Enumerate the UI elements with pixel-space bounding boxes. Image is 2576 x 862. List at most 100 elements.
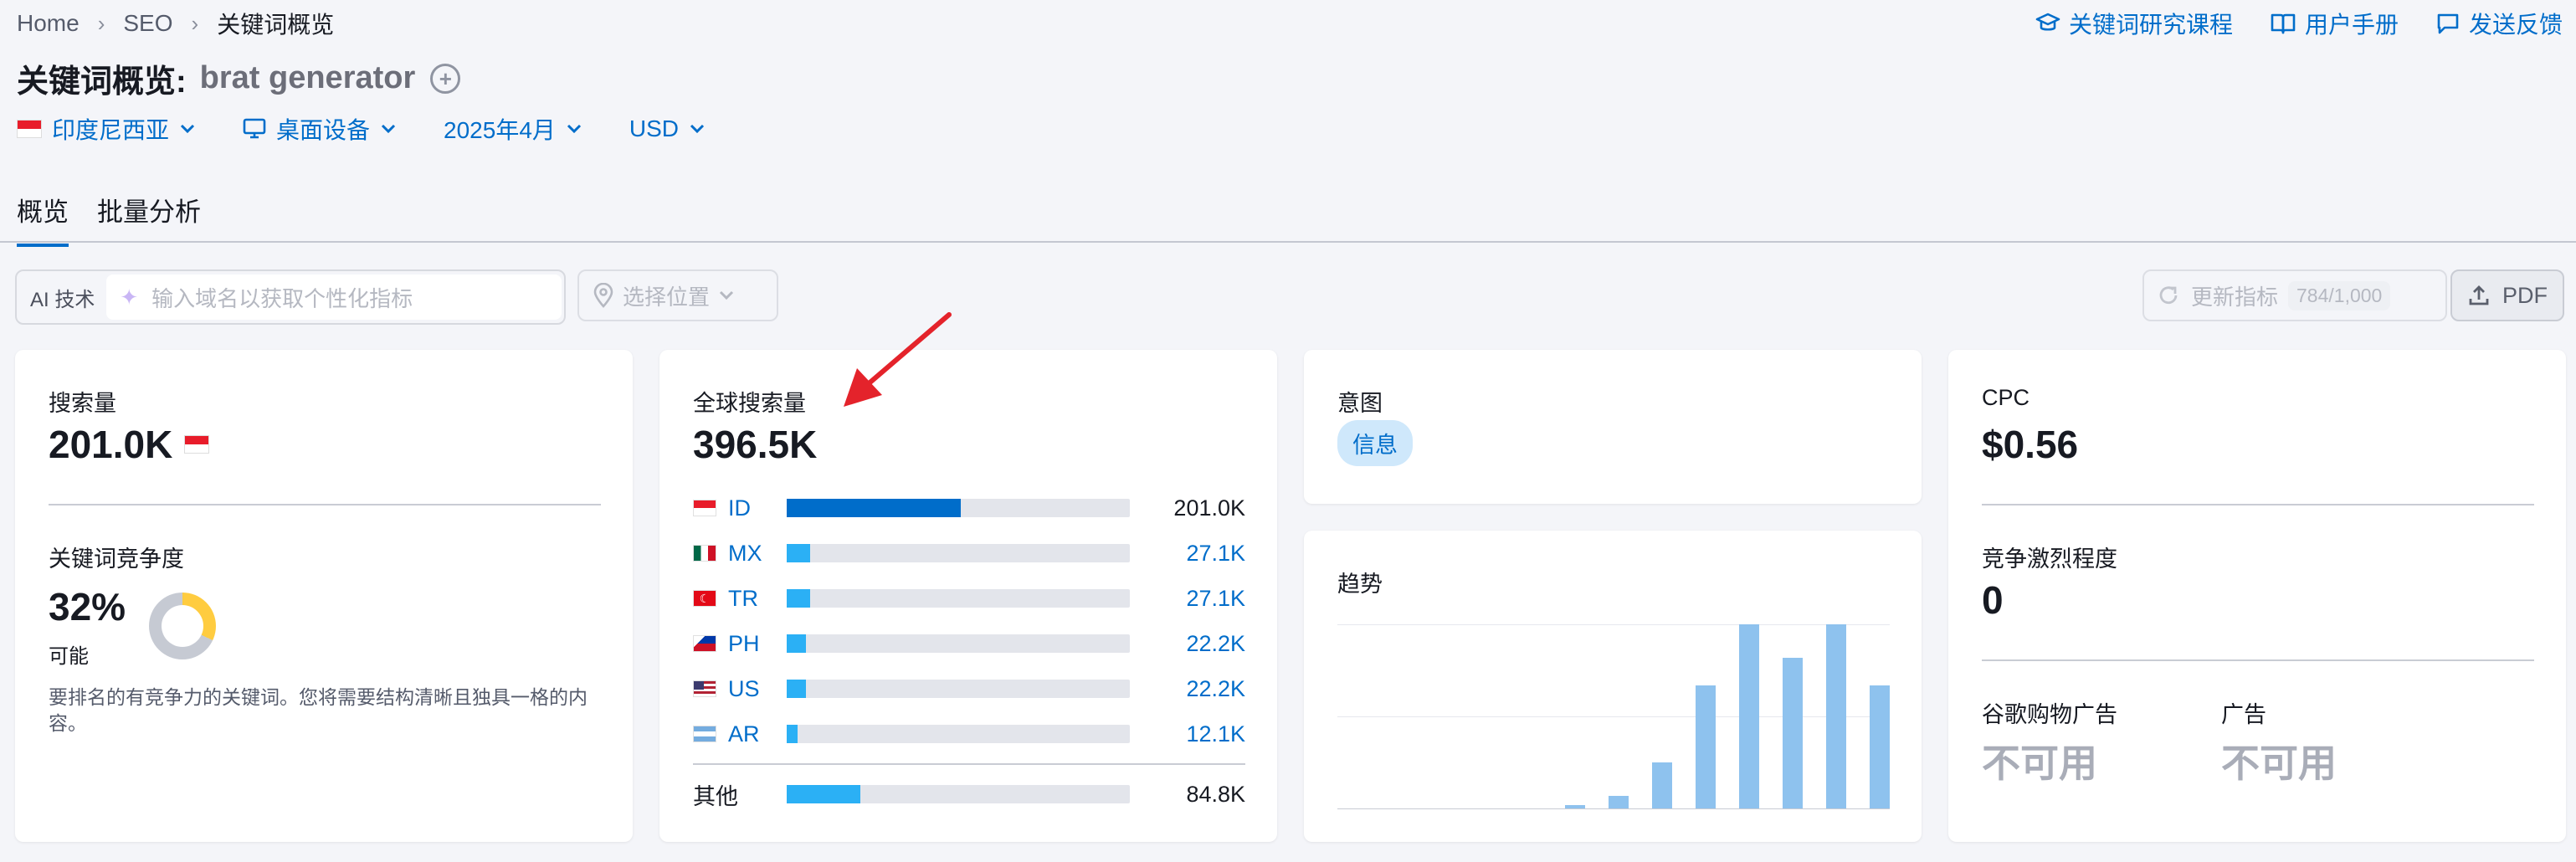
country-share-fill bbox=[787, 634, 806, 653]
country-code: PH bbox=[728, 630, 760, 656]
country-dropdown[interactable]: 印度尼西亚 bbox=[17, 112, 196, 146]
country-volume[interactable]: 27.1K bbox=[1130, 586, 1245, 612]
upload-icon bbox=[2469, 285, 2489, 305]
feedback-link[interactable]: 发送反馈 bbox=[2435, 7, 2563, 40]
pdf-label: PDF bbox=[2502, 282, 2548, 308]
argentina-flag-icon bbox=[693, 726, 716, 742]
country-volume: 201.0K bbox=[1173, 495, 1245, 521]
cpc-label: CPC bbox=[1982, 385, 2030, 410]
intent-badge[interactable]: 信息 bbox=[1337, 420, 1413, 466]
country-row-ar[interactable]: AR 12.1K bbox=[693, 711, 1245, 757]
chevron-right-icon: › bbox=[191, 10, 199, 36]
chevron-right-icon: › bbox=[97, 10, 105, 36]
trend-gridline bbox=[1337, 624, 1890, 625]
trend-baseline bbox=[1337, 808, 1890, 809]
country-volume[interactable]: 22.2K bbox=[1130, 676, 1245, 702]
tab-overview[interactable]: 概览 bbox=[17, 191, 69, 247]
breadcrumb-seo[interactable]: SEO bbox=[123, 10, 172, 37]
book-icon bbox=[2271, 13, 2296, 34]
other-volume: 84.8K bbox=[1186, 781, 1245, 807]
device-dropdown[interactable]: 桌面设备 bbox=[243, 112, 397, 146]
ai-label: AI 技术 bbox=[30, 288, 95, 311]
domain-input-placeholder: 输入域名以获取个性化指标 bbox=[151, 285, 413, 311]
country-row-other: 其他 84.8K bbox=[693, 772, 1245, 817]
country-code: ID bbox=[728, 495, 751, 521]
volume-divider bbox=[49, 504, 601, 505]
country-share-bar bbox=[787, 544, 1130, 562]
course-link[interactable]: 关键词研究课程 bbox=[2035, 7, 2233, 40]
trend-label: 趋势 bbox=[1337, 572, 1383, 597]
trend-bar bbox=[1870, 685, 1890, 808]
volume-value-row: 201.0K bbox=[49, 422, 210, 467]
competition-label: 竞争激烈程度 bbox=[1982, 546, 2117, 572]
difficulty-value: 32% bbox=[49, 585, 126, 629]
country-share-bar bbox=[787, 785, 1130, 803]
feedback-link-label: 发送反馈 bbox=[2468, 12, 2563, 38]
breadcrumb-home[interactable]: Home bbox=[17, 10, 80, 37]
trend-gridline bbox=[1337, 716, 1890, 717]
ads-value: 不可用 bbox=[2221, 741, 2337, 785]
date-label: 2025年4月 bbox=[444, 117, 556, 143]
country-row-ph[interactable]: PH 22.2K bbox=[693, 621, 1245, 666]
country-share-bar bbox=[787, 634, 1130, 653]
country-row-id[interactable]: ID 201.0K bbox=[693, 485, 1245, 531]
tab-divider bbox=[0, 241, 2576, 243]
country-share-fill bbox=[787, 499, 961, 517]
competition-divider bbox=[1982, 659, 2534, 661]
cpc-value: $0.56 bbox=[1982, 423, 2079, 466]
country-row-mx[interactable]: MX 27.1K bbox=[693, 531, 1245, 576]
annotation-arrow-icon bbox=[844, 312, 952, 407]
country-volume[interactable]: 22.2K bbox=[1130, 631, 1245, 657]
ads-label: 广告 bbox=[2221, 702, 2266, 727]
difficulty-level: 可能 bbox=[49, 645, 89, 668]
trend-bar bbox=[1696, 685, 1716, 808]
indonesia-flag-icon bbox=[693, 500, 716, 516]
turkey-flag-icon: ☾ bbox=[693, 590, 716, 607]
trend-card: 趋势 bbox=[1304, 531, 1922, 842]
country-volume[interactable]: 27.1K bbox=[1130, 541, 1245, 567]
difficulty-description: 要排名的有竞争力的关键词。您将需要结构清晰且独具一格的内容。 bbox=[49, 686, 588, 734]
trend-bar bbox=[1609, 795, 1629, 808]
chevron-down-icon bbox=[690, 124, 705, 134]
country-label: 印度尼西亚 bbox=[52, 117, 170, 143]
currency-dropdown[interactable]: USD bbox=[629, 115, 706, 142]
location-select[interactable]: 选择位置 bbox=[577, 269, 778, 321]
tab-bulk-analysis[interactable]: 批量分析 bbox=[97, 191, 201, 247]
location-placeholder: 选择位置 bbox=[623, 284, 711, 310]
page-root: Home › SEO › 关键词概览 关键词研究课程 用户手册 发送反馈 关键词… bbox=[0, 0, 2576, 862]
trend-bar bbox=[1652, 762, 1672, 808]
country-row-us[interactable]: US 22.2K bbox=[693, 666, 1245, 711]
country-share-fill bbox=[787, 785, 860, 803]
chevron-down-icon bbox=[180, 124, 195, 134]
top-links: 关键词研究课程 用户手册 发送反馈 bbox=[2035, 7, 2563, 40]
manual-link[interactable]: 用户手册 bbox=[2270, 7, 2399, 40]
country-share-fill bbox=[787, 725, 798, 743]
domain-input[interactable]: ✦ 输入域名以获取个性化指标 bbox=[106, 275, 562, 320]
philippines-flag-icon bbox=[693, 635, 716, 652]
currency-label: USD bbox=[629, 115, 680, 141]
shopping-ads-label: 谷歌购物广告 bbox=[1982, 702, 2117, 727]
global-volume-label: 全球搜索量 bbox=[693, 391, 806, 416]
cpc-card: CPC $0.56 竞争激烈程度 0 谷歌购物广告 不可用 广告 不可用 bbox=[1948, 350, 2566, 842]
country-row-tr[interactable]: ☾ TR 27.1K bbox=[693, 576, 1245, 621]
refresh-icon bbox=[2159, 286, 2178, 305]
other-label: 其他 bbox=[693, 783, 738, 809]
breadcrumb-current: 关键词概览 bbox=[217, 12, 335, 38]
export-pdf-button[interactable]: PDF bbox=[2450, 269, 2564, 321]
update-metrics-button[interactable]: 更新指标 784/1,000 bbox=[2142, 269, 2447, 321]
intent-card: 意图 信息 bbox=[1304, 350, 1922, 504]
tab-bar: 概览 批量分析 bbox=[17, 191, 201, 247]
graduation-cap-icon bbox=[2035, 13, 2060, 31]
add-to-list-icon[interactable]: + bbox=[430, 63, 461, 94]
page-title-prefix: 关键词概览: bbox=[17, 64, 187, 100]
cpc-divider bbox=[1982, 504, 2534, 505]
intent-label: 意图 bbox=[1337, 391, 1383, 416]
page-title: 关键词概览: brat generator + bbox=[17, 55, 461, 101]
volume-label: 搜索量 bbox=[49, 391, 116, 416]
global-volume-card: 全球搜索量 396.5K ID 201.0K MX 27.1K ☾ TR 27.… bbox=[659, 350, 1277, 842]
mexico-flag-icon bbox=[693, 545, 716, 562]
desktop-icon bbox=[243, 118, 266, 139]
volume-card: 搜索量 201.0K 关键词竞争度 32% 可能 要排名的有竞争力的关键词。您将… bbox=[15, 350, 633, 842]
date-dropdown[interactable]: 2025年4月 bbox=[444, 112, 582, 146]
country-volume[interactable]: 12.1K bbox=[1130, 721, 1245, 747]
